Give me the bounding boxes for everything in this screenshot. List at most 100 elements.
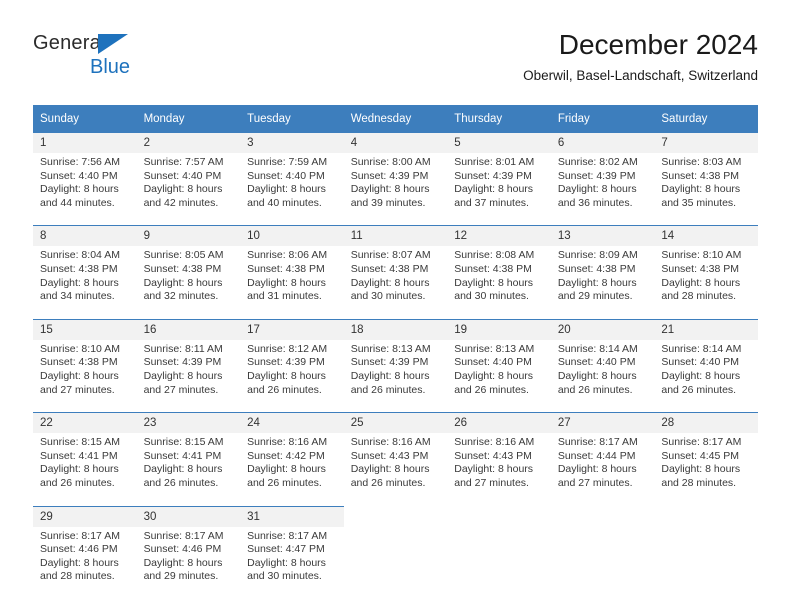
sunrise-text: Sunrise: 8:17 AM [40, 529, 120, 542]
daylight-text-line1: Daylight: 8 hours [143, 276, 223, 289]
day-details: Sunrise: 8:13 AM Sunset: 4:40 PM Dayligh… [447, 340, 551, 397]
weekday-header-wednesday: Wednesday [343, 105, 448, 133]
day-number [550, 506, 655, 527]
week-row: 8 Sunrise: 8:04 AM Sunset: 4:38 PM Dayli… [33, 225, 758, 304]
day-cell[interactable]: 28 Sunrise: 8:17 AM Sunset: 4:45 PM Dayl… [654, 412, 758, 491]
daylight-text-line1: Daylight: 8 hours [247, 463, 326, 476]
sunset-text: Sunset: 4:38 PM [40, 356, 118, 369]
day-details: Sunrise: 8:06 AM Sunset: 4:38 PM Dayligh… [240, 246, 344, 303]
sunrise-text: Sunrise: 8:10 AM [661, 249, 742, 262]
day-cell[interactable]: 12 Sunrise: 8:08 AM Sunset: 4:38 PM Dayl… [447, 225, 551, 304]
day-details: Sunrise: 8:17 AM Sunset: 4:45 PM Dayligh… [654, 433, 758, 490]
daylight-text-line1: Daylight: 8 hours [454, 183, 534, 196]
daylight-text-line1: Daylight: 8 hours [557, 463, 637, 476]
day-details: Sunrise: 8:10 AM Sunset: 4:38 PM Dayligh… [33, 340, 137, 397]
sunset-text: Sunset: 4:43 PM [454, 449, 532, 462]
day-cell[interactable]: 7 Sunrise: 8:03 AM Sunset: 4:38 PM Dayli… [654, 133, 758, 210]
day-details: Sunrise: 8:15 AM Sunset: 4:41 PM Dayligh… [33, 433, 137, 490]
sunrise-text: Sunrise: 8:17 AM [247, 529, 328, 542]
daylight-text-line2: and 26 minutes. [454, 383, 529, 396]
sunset-text: Sunset: 4:40 PM [247, 169, 325, 182]
daylight-text-line2: and 29 minutes. [557, 290, 633, 303]
day-details: Sunrise: 8:11 AM Sunset: 4:39 PM Dayligh… [137, 340, 241, 397]
day-details: Sunrise: 8:05 AM Sunset: 4:38 PM Dayligh… [137, 246, 241, 303]
day-cell[interactable]: 23 Sunrise: 8:15 AM Sunset: 4:41 PM Dayl… [136, 412, 241, 491]
day-cell[interactable]: 18 Sunrise: 8:13 AM Sunset: 4:39 PM Dayl… [343, 318, 448, 398]
day-cell[interactable]: 11 Sunrise: 8:07 AM Sunset: 4:38 PM Dayl… [343, 225, 448, 304]
daylight-text-line1: Daylight: 8 hours [40, 556, 119, 569]
sunrise-text: Sunrise: 8:00 AM [350, 156, 431, 168]
daylight-text-line1: Daylight: 8 hours [143, 463, 223, 476]
day-number: 20 [550, 319, 655, 340]
sunrise-text: Sunrise: 8:17 AM [557, 436, 638, 449]
sunrise-text: Sunrise: 8:14 AM [661, 342, 742, 355]
day-cell[interactable]: 31 Sunrise: 8:17 AM Sunset: 4:47 PM Dayl… [240, 505, 344, 584]
weekday-header-saturday: Saturday [654, 105, 758, 133]
day-cell[interactable]: 6 Sunrise: 8:02 AM Sunset: 4:39 PM Dayli… [550, 133, 655, 210]
daylight-text-line2: and 30 minutes. [454, 290, 529, 303]
day-cell[interactable]: 3 Sunrise: 7:59 AM Sunset: 4:40 PM Dayli… [240, 133, 344, 210]
day-cell[interactable]: 9 Sunrise: 8:05 AM Sunset: 4:38 PM Dayli… [136, 225, 241, 304]
day-cell[interactable]: 20 Sunrise: 8:14 AM Sunset: 4:40 PM Dayl… [550, 318, 655, 398]
day-cell[interactable]: 25 Sunrise: 8:16 AM Sunset: 4:43 PM Dayl… [343, 412, 448, 491]
day-cell[interactable]: 26 Sunrise: 8:16 AM Sunset: 4:43 PM Dayl… [447, 412, 551, 491]
daylight-text-line2: and 30 minutes. [247, 570, 322, 583]
day-cell[interactable]: 14 Sunrise: 8:10 AM Sunset: 4:38 PM Dayl… [654, 225, 758, 304]
sunset-text: Sunset: 4:39 PM [143, 356, 222, 369]
day-cell[interactable]: 29 Sunrise: 8:17 AM Sunset: 4:46 PM Dayl… [33, 505, 137, 584]
sunset-text: Sunset: 4:39 PM [350, 356, 429, 369]
day-details: Sunrise: 8:16 AM Sunset: 4:43 PM Dayligh… [447, 433, 551, 490]
day-details: Sunrise: 7:57 AM Sunset: 4:40 PM Dayligh… [137, 153, 241, 210]
day-number: 1 [33, 133, 137, 153]
daylight-text-line2: and 37 minutes. [454, 196, 529, 209]
daylight-text-line1: Daylight: 8 hours [557, 276, 637, 289]
daylight-text-line1: Daylight: 8 hours [454, 463, 534, 476]
sunrise-text: Sunrise: 8:11 AM [143, 342, 223, 355]
day-cell[interactable]: 4 Sunrise: 8:00 AM Sunset: 4:39 PM Dayli… [343, 133, 448, 210]
day-cell[interactable]: 17 Sunrise: 8:12 AM Sunset: 4:39 PM Dayl… [240, 318, 344, 398]
calendar-page: General Blue December 2024 Oberwil, Base… [0, 0, 792, 612]
general-blue-logo[interactable]: General Blue [33, 32, 213, 88]
daylight-text-line2: and 26 minutes. [557, 383, 633, 396]
daylight-text-line1: Daylight: 8 hours [143, 369, 223, 382]
day-cell[interactable]: 30 Sunrise: 8:17 AM Sunset: 4:46 PM Dayl… [136, 505, 241, 584]
sunset-text: Sunset: 4:39 PM [350, 169, 429, 182]
daylight-text-line2: and 28 minutes. [661, 290, 737, 303]
day-cell[interactable]: 27 Sunrise: 8:17 AM Sunset: 4:44 PM Dayl… [550, 412, 655, 491]
day-cell[interactable]: 22 Sunrise: 8:15 AM Sunset: 4:41 PM Dayl… [33, 412, 137, 491]
sunset-text: Sunset: 4:38 PM [247, 262, 325, 275]
day-cell[interactable]: 24 Sunrise: 8:16 AM Sunset: 4:42 PM Dayl… [240, 412, 344, 491]
sunset-text: Sunset: 4:47 PM [247, 543, 325, 556]
day-details: Sunrise: 8:15 AM Sunset: 4:41 PM Dayligh… [137, 433, 241, 490]
day-cell[interactable]: 19 Sunrise: 8:13 AM Sunset: 4:40 PM Dayl… [447, 318, 551, 398]
day-cell[interactable]: 16 Sunrise: 8:11 AM Sunset: 4:39 PM Dayl… [136, 318, 241, 398]
day-number: 6 [550, 133, 655, 153]
day-cell[interactable]: 8 Sunrise: 8:04 AM Sunset: 4:38 PM Dayli… [33, 225, 137, 304]
sunrise-text: Sunrise: 8:04 AM [40, 249, 120, 262]
day-cell[interactable]: 10 Sunrise: 8:06 AM Sunset: 4:38 PM Dayl… [240, 225, 344, 304]
day-cell[interactable]: 21 Sunrise: 8:14 AM Sunset: 4:40 PM Dayl… [654, 318, 758, 398]
sunset-text: Sunset: 4:39 PM [454, 169, 532, 182]
day-cell[interactable]: 1 Sunrise: 7:56 AM Sunset: 4:40 PM Dayli… [33, 133, 137, 210]
daylight-text-line2: and 27 minutes. [143, 383, 219, 396]
sunset-text: Sunset: 4:39 PM [247, 356, 325, 369]
logo-text-blue: Blue [90, 56, 131, 78]
day-cell[interactable]: 5 Sunrise: 8:01 AM Sunset: 4:39 PM Dayli… [447, 133, 551, 210]
sunrise-text: Sunrise: 8:10 AM [40, 342, 120, 355]
day-cell[interactable]: 13 Sunrise: 8:09 AM Sunset: 4:38 PM Dayl… [550, 225, 655, 304]
day-number: 7 [654, 133, 758, 153]
week-spacer [33, 397, 758, 413]
sunset-text: Sunset: 4:45 PM [661, 449, 740, 462]
day-cell[interactable]: 2 Sunrise: 7:57 AM Sunset: 4:40 PM Dayli… [136, 133, 241, 210]
day-cell[interactable]: 15 Sunrise: 8:10 AM Sunset: 4:38 PM Dayl… [33, 318, 137, 398]
day-number: 17 [240, 319, 344, 340]
day-details: Sunrise: 8:16 AM Sunset: 4:43 PM Dayligh… [344, 433, 448, 490]
sunset-text: Sunset: 4:41 PM [40, 449, 118, 462]
sunrise-text: Sunrise: 8:14 AM [557, 342, 638, 355]
daylight-text-line2: and 26 minutes. [350, 476, 426, 489]
day-number: 24 [240, 413, 344, 434]
daylight-text-line2: and 26 minutes. [661, 383, 737, 396]
day-number: 19 [447, 319, 551, 340]
sunset-text: Sunset: 4:40 PM [40, 169, 118, 182]
page-subtitle: Oberwil, Basel-Landschaft, Switzerland [523, 68, 758, 83]
